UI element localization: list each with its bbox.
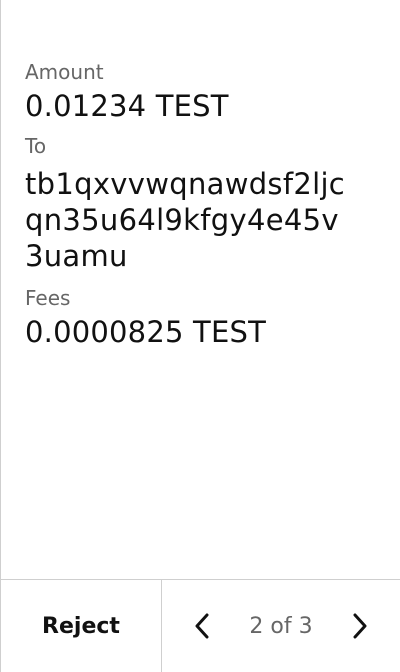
transaction-review-screen: Amount 0.01234 TEST To tb1qxvvwqnawdsf2l… [0,0,400,672]
action-footer: Reject 2 of 3 [1,579,400,672]
next-page-button[interactable] [344,610,376,642]
to-label: To [25,134,47,158]
fees-value: 0.0000825 TEST [25,315,267,349]
chevron-left-icon [195,613,209,639]
amount-value: 0.01234 TEST [25,89,229,123]
pagination: 2 of 3 [162,580,400,672]
previous-page-button[interactable] [186,610,218,642]
fees-label: Fees [25,286,71,310]
amount-label: Amount [25,60,104,84]
recipient-address-line: qn35u64l9kfgy4e45v [25,203,339,237]
page-indicator: 2 of 3 [249,613,313,639]
recipient-address-line: 3uamu [25,239,128,273]
transaction-details: Amount 0.01234 TEST To tb1qxvvwqnawdsf2l… [25,60,376,360]
reject-button[interactable]: Reject [1,580,161,672]
recipient-address: tb1qxvvwqnawdsf2ljc qn35u64l9kfgy4e45v 3… [25,166,376,274]
chevron-right-icon [353,613,367,639]
recipient-address-line: tb1qxvvwqnawdsf2ljc [25,167,346,201]
